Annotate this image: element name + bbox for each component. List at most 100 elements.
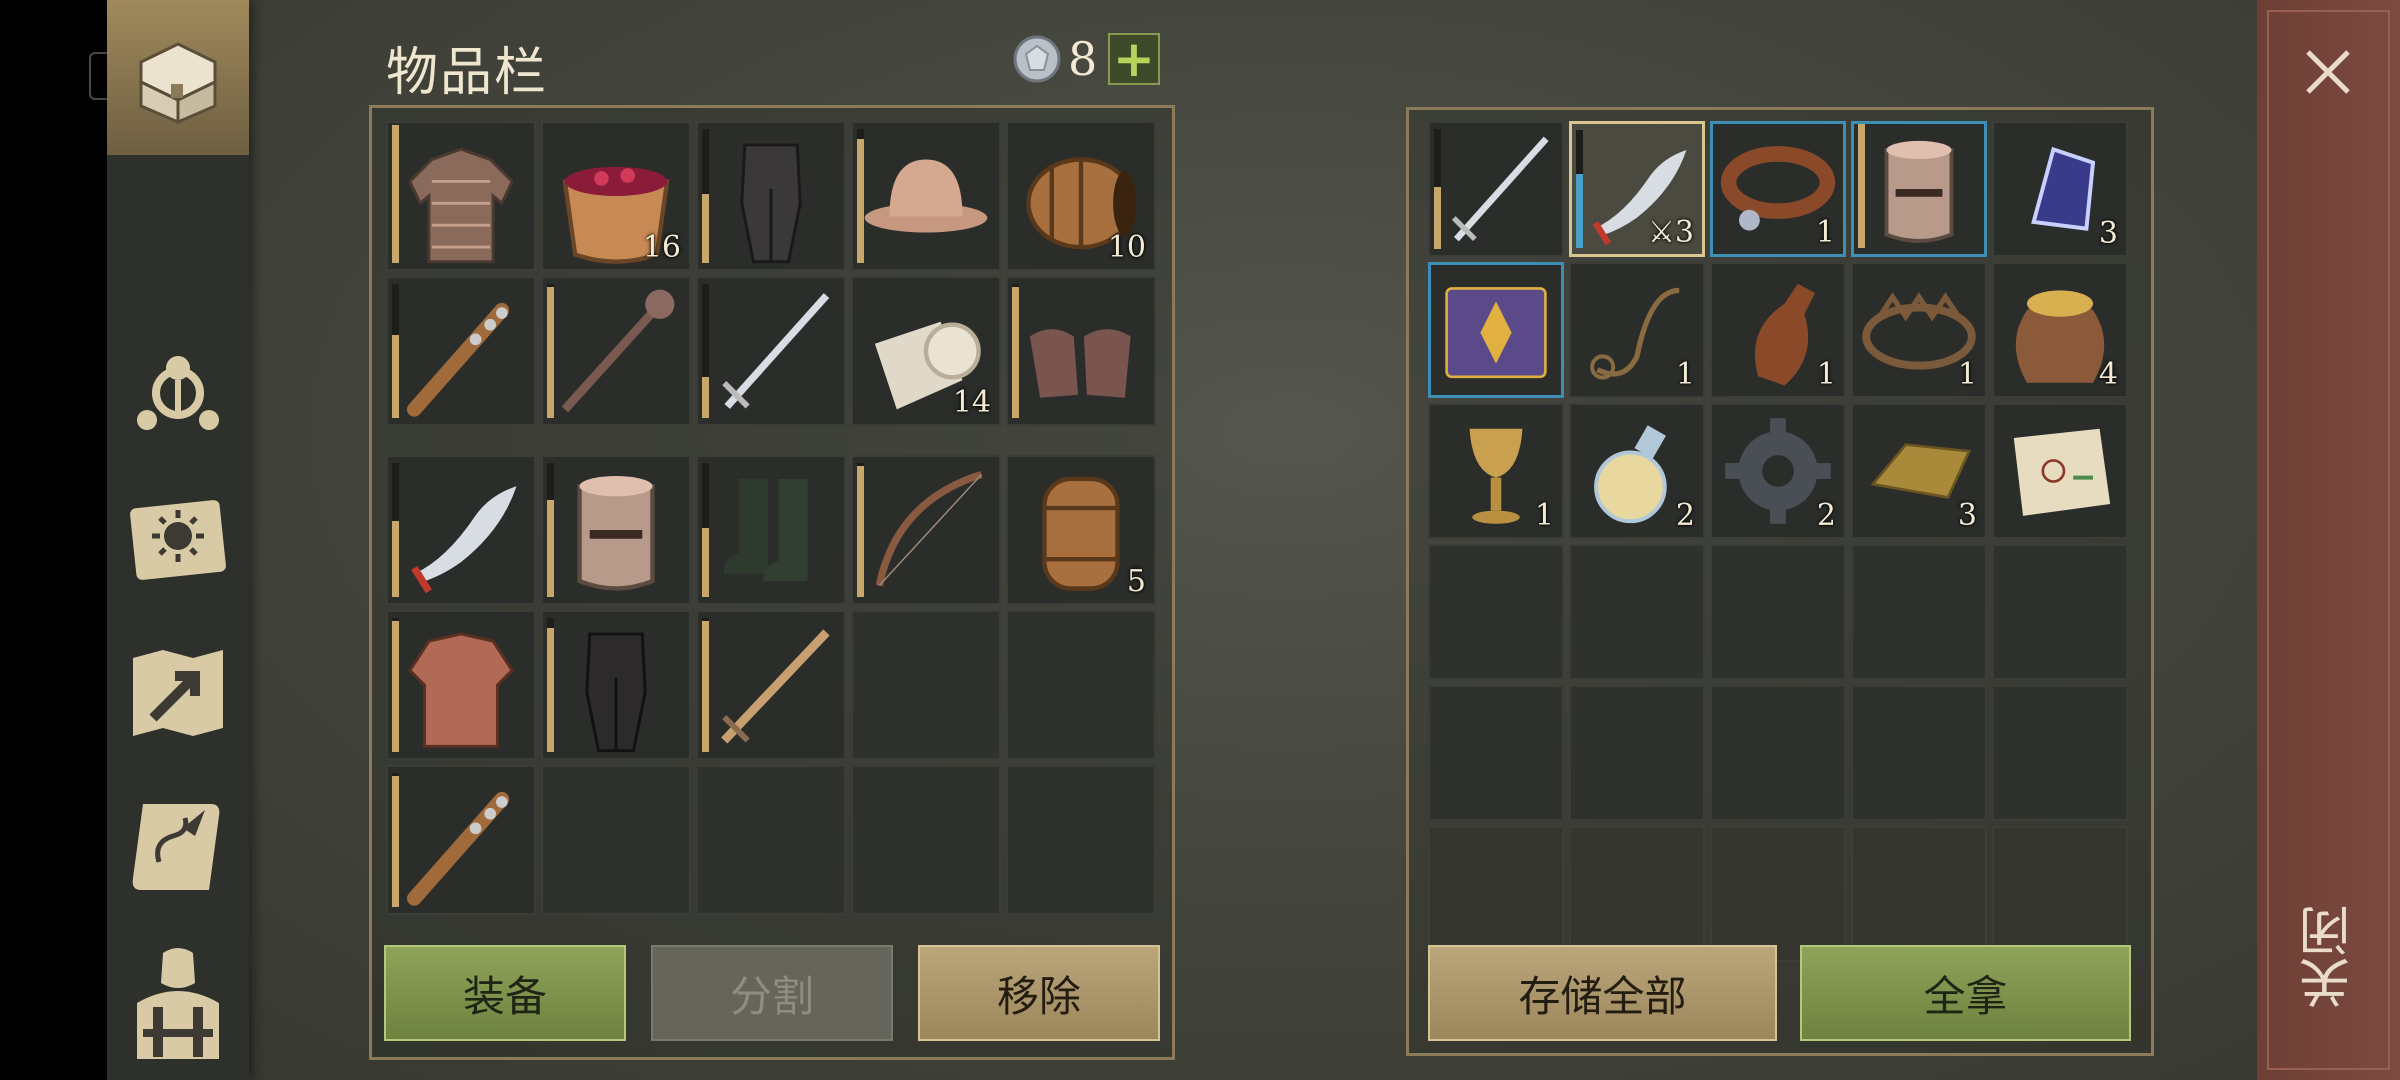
- storage-slot-longsword[interactable]: [1428, 121, 1564, 257]
- chainmail-shirt-icon: [408, 147, 514, 264]
- store-all-button[interactable]: 存储全部: [1428, 945, 1777, 1041]
- sidebar-item-journal[interactable]: [115, 784, 241, 910]
- chest-icon: [139, 42, 217, 125]
- great-helm-icon: [1884, 140, 1954, 243]
- item-quantity: 16: [642, 230, 681, 265]
- inventory-slot-empty[interactable]: [851, 610, 1001, 760]
- inventory-slot-boots[interactable]: [696, 455, 846, 605]
- storage-slot-empty[interactable]: [1428, 826, 1564, 962]
- inventory-slot-scimitar[interactable]: [386, 455, 536, 605]
- item-quantity: 4: [2098, 357, 2118, 392]
- sidebar-item-inventory[interactable]: [115, 14, 241, 140]
- silver-coin-icon: [1013, 35, 1061, 83]
- great-helm-icon: [577, 475, 655, 591]
- storage-slot-leather-flask[interactable]: 1: [1710, 262, 1846, 398]
- bow-icon: [875, 471, 983, 587]
- item-quantity: 3: [1957, 498, 1977, 533]
- storage-slot-leather-collar[interactable]: 1: [1710, 121, 1846, 257]
- storage-slot-crystal-gem[interactable]: 3: [1992, 121, 2128, 257]
- inventory-slot-cloth-pants[interactable]: [541, 610, 691, 760]
- inventory-slot-padded-jacket[interactable]: [386, 610, 536, 760]
- currency-count: 8: [1068, 32, 1098, 86]
- mace-icon: [561, 289, 675, 413]
- longsword-icon: [1451, 136, 1549, 242]
- inventory-slot-cloth-roll[interactable]: 14: [851, 276, 1001, 426]
- storage-slot-goblet[interactable]: 1: [1428, 403, 1564, 539]
- storage-slot-scimitar[interactable]: ⚔3: [1569, 121, 1705, 257]
- inventory-slot-empty[interactable]: [1006, 765, 1156, 915]
- sidebar: [107, 0, 249, 1080]
- storage-slot-empty[interactable]: [1992, 685, 2128, 821]
- inventory-slot-barrel[interactable]: 10: [1006, 121, 1156, 271]
- storage-slot-bear-trap[interactable]: 1: [1851, 262, 1987, 398]
- storage-slot-empty[interactable]: [1710, 685, 1846, 821]
- storage-slot-empty[interactable]: [1992, 544, 2128, 680]
- add-currency-button[interactable]: +: [1108, 33, 1160, 85]
- storage-slot-grain-sack[interactable]: 4: [1992, 262, 2128, 398]
- remove-button[interactable]: 移除: [918, 945, 1160, 1041]
- storage-slot-empty[interactable]: [1851, 826, 1987, 962]
- storage-slot-empty[interactable]: [1569, 826, 1705, 962]
- equip-button[interactable]: 装备: [384, 945, 626, 1041]
- item-quantity: ⚔3: [1648, 215, 1694, 250]
- storage-slot-gold-ingot[interactable]: 3: [1851, 403, 1987, 539]
- page-title: 物品栏: [386, 43, 549, 103]
- boots-icon: [723, 478, 808, 582]
- sidebar-item-clan[interactable]: [115, 320, 241, 446]
- inventory-slot-chainmail-shirt[interactable]: [386, 121, 536, 271]
- close-label[interactable]: 关闭: [2300, 905, 2360, 1009]
- item-quantity: 10: [1107, 230, 1146, 265]
- close-icon[interactable]: [2300, 44, 2356, 100]
- item-quantity: 1: [1534, 498, 1554, 533]
- inventory-slot-mail-gloves[interactable]: [1006, 276, 1156, 426]
- character-icon: [137, 948, 219, 1059]
- storage-slot-gear[interactable]: 2: [1710, 403, 1846, 539]
- dark-leggings-icon: [740, 143, 802, 264]
- inventory-slot-kettle-helmet[interactable]: [851, 121, 1001, 271]
- item-quantity: 1: [1957, 357, 1977, 392]
- storage-slot-empty[interactable]: [1428, 685, 1564, 821]
- inventory-slot-spiked-club[interactable]: [386, 276, 536, 426]
- sidebar-item-map[interactable]: [115, 630, 241, 756]
- storage-slot-potion[interactable]: 2: [1569, 403, 1705, 539]
- inventory-slot-empty[interactable]: [541, 765, 691, 915]
- inventory-slot-great-helm[interactable]: [541, 455, 691, 605]
- map-arrow-icon: [133, 650, 223, 736]
- inventory-slot-mace[interactable]: [541, 276, 691, 426]
- sidebar-item-quests[interactable]: [115, 476, 241, 602]
- scimitar-icon: [411, 486, 517, 594]
- inventory-slot-empty[interactable]: [1006, 610, 1156, 760]
- storage-slot-empty[interactable]: [1851, 685, 1987, 821]
- storage-slot-great-helm[interactable]: [1851, 121, 1987, 257]
- longsword-icon: [722, 293, 830, 409]
- inventory-slot-empty[interactable]: [851, 765, 1001, 915]
- storage-slot-empty[interactable]: [1428, 544, 1564, 680]
- take-all-button[interactable]: 全拿: [1800, 945, 2131, 1041]
- storage-slot-empty[interactable]: [1851, 544, 1987, 680]
- clan-icon: [137, 356, 219, 430]
- storage-slot-spell-book[interactable]: [1428, 262, 1564, 398]
- storage-slot-rope[interactable]: 1: [1569, 262, 1705, 398]
- mail-gloves-icon: [1029, 329, 1131, 398]
- sidebar-item-character[interactable]: [115, 940, 241, 1066]
- cloth-pants-icon: [585, 632, 647, 753]
- inventory-slot-dark-leggings[interactable]: [696, 121, 846, 271]
- storage-slot-empty[interactable]: [1992, 826, 2128, 962]
- storage-slot-empty[interactable]: [1569, 685, 1705, 821]
- item-quantity: 2: [1675, 498, 1695, 533]
- item-quantity: 2: [1816, 498, 1836, 533]
- storage-slot-empty[interactable]: [1710, 826, 1846, 962]
- inventory-slot-bronze-sword[interactable]: [696, 610, 846, 760]
- padded-jacket-icon: [408, 632, 514, 748]
- inventory-slot-bow[interactable]: [851, 455, 1001, 605]
- item-quantity: 14: [952, 385, 991, 420]
- inventory-slot-longsword[interactable]: [696, 276, 846, 426]
- inventory-slot-small-barrel[interactable]: 5: [1006, 455, 1156, 605]
- storage-slot-empty[interactable]: [1710, 544, 1846, 680]
- inventory-slot-spiked-club[interactable]: [386, 765, 536, 915]
- split-button[interactable]: 分割: [651, 945, 893, 1041]
- inventory-slot-empty[interactable]: [696, 765, 846, 915]
- storage-slot-empty[interactable]: [1569, 544, 1705, 680]
- inventory-slot-berry-bowl[interactable]: 16: [541, 121, 691, 271]
- storage-slot-treasure-map[interactable]: [1992, 403, 2128, 539]
